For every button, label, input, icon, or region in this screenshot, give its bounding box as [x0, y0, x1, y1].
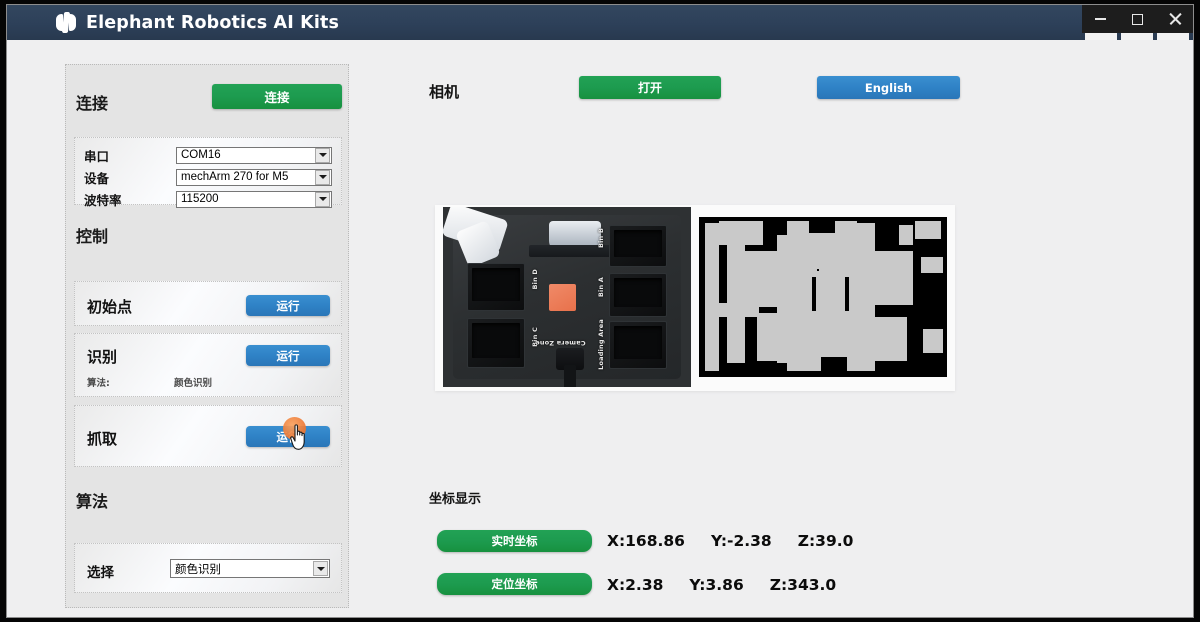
camera-feed-image: Bin D Bin C Bin B Bin A Loading Area Cam…	[443, 207, 691, 387]
device-row: 设备 mechArm 270 for M5	[84, 167, 332, 187]
coordinates-title: 坐标显示	[429, 492, 482, 507]
elephant-logo-icon	[55, 11, 77, 34]
algorithm-select-value: 颜色识别	[175, 563, 221, 576]
realtime-coordinates-button[interactable]: 实时坐标	[437, 530, 592, 552]
loading-area-bin	[609, 321, 667, 369]
baudrate-select[interactable]: 115200	[176, 190, 332, 208]
main-content-area: 相机 打开 English Bin D Bin C Bin B Bin A Lo…	[367, 40, 1193, 617]
left-control-panel: 连接 连接 串口 COM16 设备 mechArm 270 for M5 波特率…	[65, 64, 349, 608]
target-z-value: Z:343.0	[769, 576, 837, 594]
serial-settings-card: 串口 COM16 设备 mechArm 270 for M5 波特率 11520…	[74, 137, 342, 208]
maximize-button[interactable]	[1121, 5, 1155, 33]
chevron-down-icon	[315, 147, 330, 163]
serial-port-label: 串口	[84, 148, 110, 164]
init-point-run-button[interactable]: 运行	[246, 295, 330, 316]
connect-section-title: 连接	[76, 94, 109, 113]
camera-label: 相机	[429, 83, 460, 101]
recognize-run-button[interactable]: 运行	[246, 345, 330, 366]
title-bar-left: Elephant Robotics AI Kits	[7, 11, 340, 34]
chevron-down-icon	[313, 561, 328, 576]
target-x-value: X:2.38	[607, 576, 664, 594]
close-button[interactable]	[1158, 5, 1192, 33]
device-label: 设备	[84, 170, 110, 186]
realtime-z-value: Z:39.0	[797, 532, 854, 550]
bin-d	[467, 263, 525, 311]
bin-d-label: Bin D	[531, 269, 539, 290]
bin-c	[467, 318, 525, 368]
bin-b-label: Bin B	[597, 228, 605, 249]
window-controls	[1082, 5, 1193, 33]
grab-label: 抓取	[87, 430, 118, 448]
minimize-button[interactable]	[1084, 5, 1118, 33]
recognize-label: 识别	[87, 348, 118, 366]
algorithm-select-card: 选择 颜色识别	[74, 543, 342, 593]
baudrate-value: 115200	[181, 193, 219, 205]
gripper-tail	[564, 365, 576, 387]
chevron-down-icon	[315, 191, 330, 207]
algorithm-select[interactable]: 颜色识别	[170, 559, 330, 578]
app-body: 连接 连接 串口 COM16 设备 mechArm 270 for M5 波特率…	[7, 40, 1193, 617]
work-board: Bin D Bin C Bin B Bin A Loading Area Cam…	[443, 207, 681, 387]
connect-section-header: 连接 连接	[66, 65, 348, 127]
application-window: Elephant Robotics AI Kits 连接 连接 串口 COM16…	[6, 4, 1194, 618]
device-select[interactable]: mechArm 270 for M5	[176, 168, 332, 186]
title-bar: Elephant Robotics AI Kits	[7, 5, 1193, 42]
baudrate-row: 波特率 115200	[84, 189, 332, 209]
loading-area-label: Loading Area	[597, 319, 605, 370]
image-viewport: Bin D Bin C Bin B Bin A Loading Area Cam…	[435, 205, 955, 391]
depth-threshold-image	[699, 217, 947, 377]
realtime-coordinates-values: X:168.86 Y:-2.38 Z:39.0	[607, 532, 853, 550]
realtime-y-value: Y:-2.38	[710, 532, 772, 550]
target-coordinates-button[interactable]: 定位坐标	[437, 573, 592, 595]
camera-zone-label: Camera Zone	[535, 339, 586, 347]
connect-button[interactable]: 连接	[212, 84, 342, 109]
minimize-icon	[1095, 18, 1106, 20]
screen-root: Elephant Robotics AI Kits 连接 连接 串口 COM16…	[0, 0, 1200, 622]
serial-port-value: COM16	[181, 149, 221, 161]
bin-a	[609, 273, 667, 317]
detected-cube	[549, 284, 576, 311]
baudrate-label: 波特率	[84, 192, 122, 208]
bin-b	[609, 225, 667, 267]
robot-arm-plate	[529, 245, 621, 257]
grab-run-button[interactable]: 运行	[246, 426, 330, 447]
recognize-algorithm-label: 算法:	[87, 378, 110, 389]
action-card-recognize: 识别 运行 算法: 颜色识别	[74, 333, 342, 397]
recognize-algorithm-value: 颜色识别	[174, 378, 213, 389]
serial-port-select[interactable]: COM16	[176, 146, 332, 164]
action-card-grab: 抓取 运行	[74, 405, 342, 467]
open-camera-button[interactable]: 打开	[579, 76, 721, 99]
target-y-value: Y:3.86	[689, 576, 744, 594]
language-toggle-button[interactable]: English	[817, 76, 960, 99]
device-value: mechArm 270 for M5	[181, 171, 289, 183]
target-coordinates-values: X:2.38 Y:3.86 Z:343.0	[607, 576, 836, 594]
close-icon	[1169, 12, 1181, 25]
bin-a-label: Bin A	[597, 277, 605, 298]
control-section-title: 控制	[76, 227, 109, 246]
algorithm-section-title: 算法	[76, 492, 109, 511]
serial-port-row: 串口 COM16	[84, 145, 332, 165]
action-card-init-point: 初始点 运行	[74, 281, 342, 326]
maximize-icon	[1132, 13, 1143, 25]
init-point-label: 初始点	[87, 298, 133, 316]
algorithm-select-label: 选择	[87, 565, 114, 581]
chevron-down-icon	[315, 169, 330, 185]
realtime-x-value: X:168.86	[607, 532, 685, 550]
app-title: Elephant Robotics AI Kits	[86, 12, 340, 33]
